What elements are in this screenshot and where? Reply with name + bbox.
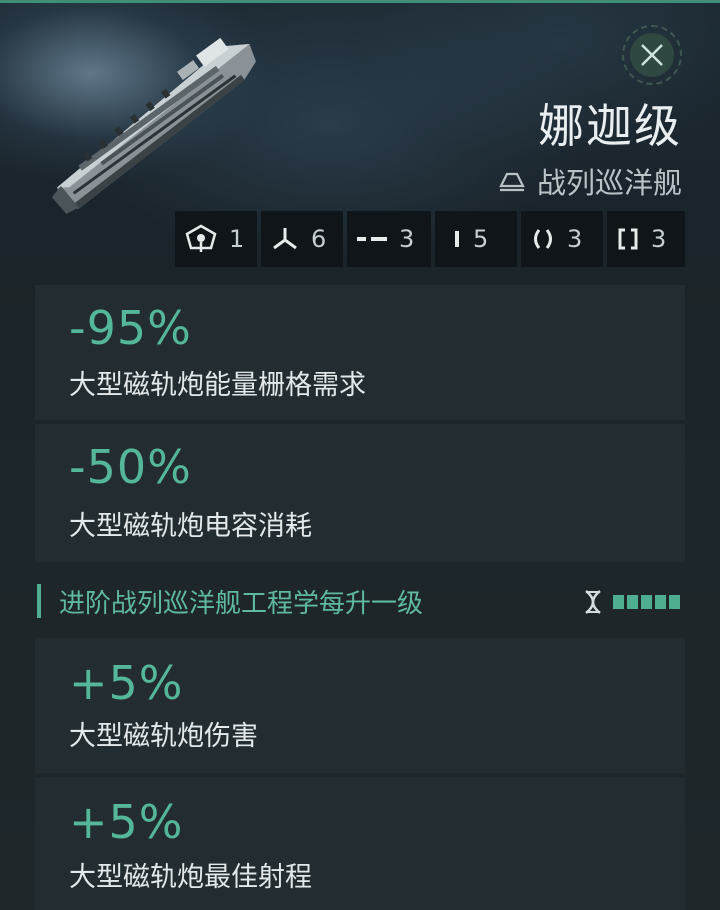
drone-bay-icon — [185, 224, 217, 252]
skill-bonus-2: +5% 大型磁轨炮最佳射程 — [35, 777, 685, 910]
slot-rig: 3 — [607, 211, 685, 267]
slot-mid: 3 — [521, 211, 603, 267]
role-bonus-1: -95% 大型磁轨炮能量栅格需求 — [35, 285, 685, 420]
mid-slot-icon — [534, 229, 552, 249]
slot-turret-value: 6 — [311, 225, 327, 253]
turret-hardpoint-icon — [273, 228, 297, 250]
slot-drone: 1 — [175, 211, 257, 267]
slot-rig-value: 3 — [651, 225, 667, 253]
bonus-label: 大型磁轨炮电容消耗 — [69, 511, 312, 542]
skill-bonus-1: +5% 大型磁轨炮伤害 — [35, 638, 685, 773]
bonus-value: -50% — [69, 440, 192, 494]
slot-mid-value: 3 — [567, 225, 583, 253]
slot-low-value: 3 — [399, 225, 415, 253]
bonus-value: +5% — [69, 795, 184, 849]
ship-info-panel: 娜迦级 战列巡洋舰 1 6 3 5 3 3 -95% 大型磁轨炮能量栅格需求 -… — [0, 0, 720, 910]
skill-level-pip — [669, 595, 680, 609]
slot-high-value: 5 — [473, 225, 489, 253]
skill-level-pip — [655, 595, 666, 609]
skill-level-pip — [641, 595, 652, 609]
high-slot-icon — [455, 231, 459, 247]
skill-section-header: 进阶战列巡洋舰工程学每升一级 — [35, 570, 685, 632]
bonus-label: 大型磁轨炮能量栅格需求 — [69, 370, 366, 401]
skill-level-pip — [613, 595, 624, 609]
skill-section-title: 进阶战列巡洋舰工程学每升一级 — [59, 588, 424, 619]
ship-class: 战列巡洋舰 — [497, 160, 682, 202]
low-slot-icon — [357, 237, 387, 241]
slot-low: 3 — [347, 211, 431, 267]
skill-level-pips — [613, 595, 680, 609]
bonus-value: +5% — [69, 656, 184, 710]
section-marker — [37, 584, 41, 618]
ship-name: 娜迦级 — [538, 99, 682, 153]
skill-level-indicator[interactable] — [583, 589, 680, 615]
skill-dna-icon — [585, 590, 601, 614]
close-icon — [641, 44, 663, 66]
slot-summary: 1 6 3 5 3 3 — [175, 211, 685, 267]
ship-image — [51, 37, 256, 214]
slot-drone-value: 1 — [229, 225, 245, 253]
bonus-label: 大型磁轨炮伤害 — [69, 721, 258, 752]
bonus-value: -95% — [69, 301, 192, 355]
slot-high: 5 — [435, 211, 517, 267]
bonus-label: 大型磁轨炮最佳射程 — [69, 862, 312, 893]
slot-turret: 6 — [261, 211, 343, 267]
close-button[interactable] — [622, 25, 682, 85]
rig-slot-icon — [618, 228, 638, 250]
ship-class-label: 战列巡洋舰 — [536, 166, 682, 200]
cruiser-hull-icon — [499, 172, 525, 192]
skill-level-pip — [627, 595, 638, 609]
role-bonus-2: -50% 大型磁轨炮电容消耗 — [35, 424, 685, 562]
